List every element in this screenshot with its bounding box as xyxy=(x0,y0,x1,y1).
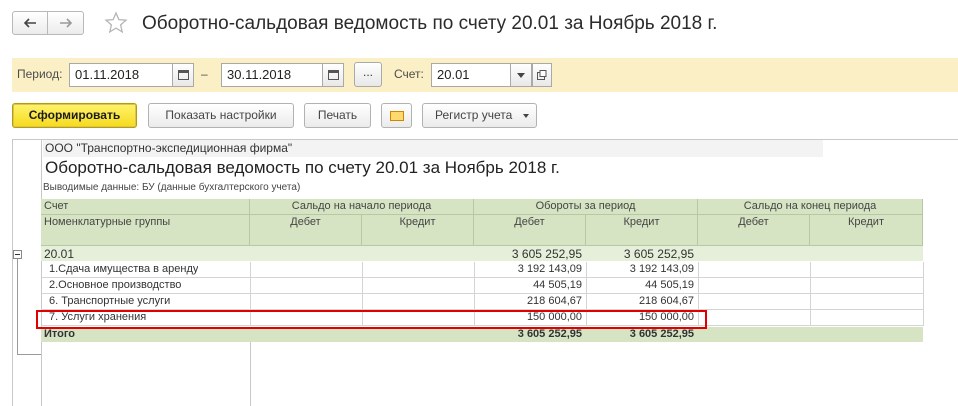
cell-divider xyxy=(810,262,811,278)
arrow-left-icon xyxy=(23,18,36,28)
row-turnover-credit: 44 505,19 xyxy=(645,279,694,291)
row-turnover-credit: 3 192 143,09 xyxy=(629,263,694,275)
output-data-text: Выводимые данные: БУ (данные бухгалтерск… xyxy=(43,182,301,193)
envelope-icon xyxy=(389,110,404,121)
date-to-calendar-button[interactable] xyxy=(322,63,344,87)
calendar-icon xyxy=(177,70,189,80)
cell-divider xyxy=(923,278,924,294)
cell-divider xyxy=(923,262,924,278)
cell-divider xyxy=(474,278,475,294)
navigation-buttons xyxy=(12,11,84,35)
cell-divider xyxy=(362,262,363,278)
table-row[interactable]: 6. Транспортные услуги 218 604,67 218 604,… xyxy=(41,294,924,310)
period-label: Период: xyxy=(17,67,63,81)
group-outline-line xyxy=(17,259,18,355)
cell-divider xyxy=(474,294,475,310)
cell-divider xyxy=(923,294,924,310)
cell-divider xyxy=(923,310,924,326)
group-row[interactable]: 20.01 3 605 252,95 3 605 252,95 xyxy=(41,246,923,261)
cell-divider xyxy=(250,262,251,278)
cell-divider xyxy=(698,278,699,294)
send-email-button[interactable] xyxy=(381,103,412,128)
forward-button[interactable] xyxy=(48,11,84,35)
chevron-down-icon xyxy=(517,72,525,78)
open-icon xyxy=(537,70,547,80)
accounting-register-button[interactable]: Регистр учета xyxy=(422,103,537,128)
total-turnover-debit: 3 605 252,95 xyxy=(517,328,582,340)
total-row: Итого 3 605 252,95 3 605 252,95 xyxy=(41,327,923,342)
period-dash: – xyxy=(201,67,208,81)
table-row[interactable]: 1.Сдача имущества в аренду 3 192 143,09 3 … xyxy=(41,262,924,278)
table-row[interactable]: 2.Основное производство 44 505,19 44 505,1… xyxy=(41,278,924,294)
period-panel: Период: 01.11.2018 – 30.11.2018 ... Счет… xyxy=(12,58,958,92)
account-dropdown-button[interactable] xyxy=(510,63,532,87)
date-from-field[interactable]: 01.11.2018 xyxy=(69,63,173,87)
account-field[interactable]: 20.01 xyxy=(431,63,511,87)
row-turnover-credit: 218 604,67 xyxy=(638,295,694,307)
total-turnover-credit: 3 605 252,95 xyxy=(629,328,694,340)
calendar-icon xyxy=(327,70,339,80)
row-name: 2.Основное производство xyxy=(49,279,182,291)
report-column-line xyxy=(250,335,251,406)
cell-divider xyxy=(810,278,811,294)
window-title: Оборотно-сальдовая ведомость по счету 20… xyxy=(142,13,718,34)
report-heading: Оборотно-сальдовая ведомость по счету 20… xyxy=(45,158,560,177)
cell-divider xyxy=(698,262,699,278)
header-turnover: Обороты за период xyxy=(474,199,698,215)
header-closing-debit: Дебет xyxy=(698,215,810,246)
report-left-border xyxy=(12,139,13,406)
header-account: Счет xyxy=(41,199,250,215)
account-open-button[interactable] xyxy=(532,63,552,87)
header-closing-credit: Кредит xyxy=(810,215,923,246)
highlight-box xyxy=(36,310,707,329)
header-turnover-credit: Кредит xyxy=(586,215,698,246)
row-turnover-debit: 218 604,67 xyxy=(526,295,582,307)
collapse-group-icon[interactable] xyxy=(13,250,22,259)
organization-name: ООО "Транспортно-экспедиционная фирма" xyxy=(45,141,293,155)
header-closing-balance: Сальдо на конец периода xyxy=(698,199,923,215)
cell-divider xyxy=(474,262,475,278)
total-label: Итого xyxy=(44,328,76,340)
group-account: 20.01 xyxy=(44,247,75,261)
header-nomenclature: Номенклатурные группы xyxy=(41,215,250,246)
favorite-star-icon[interactable] xyxy=(104,11,128,35)
cell-divider xyxy=(250,294,251,310)
header-turnover-debit: Дебет xyxy=(474,215,586,246)
cell-divider xyxy=(362,294,363,310)
cell-divider xyxy=(250,278,251,294)
arrow-right-icon xyxy=(59,18,72,28)
accounting-register-label: Регистр учета xyxy=(435,108,513,122)
period-select-button[interactable]: ... xyxy=(354,62,382,87)
report-area: ООО "Транспортно-экспедиционная фирма" О… xyxy=(12,139,958,406)
date-from-calendar-button[interactable] xyxy=(172,63,194,87)
show-settings-button[interactable]: Показать настройки xyxy=(148,103,294,128)
cell-divider xyxy=(586,262,587,278)
date-to-field[interactable]: 30.11.2018 xyxy=(221,63,323,87)
group-outline-tick xyxy=(17,354,41,355)
chevron-down-icon xyxy=(522,113,529,118)
row-turnover-debit: 44 505,19 xyxy=(533,279,582,291)
cell-divider xyxy=(586,294,587,310)
group-turnover-debit: 3 605 252,95 xyxy=(511,247,582,261)
account-label: Счет: xyxy=(394,67,424,81)
row-name: 6. Транспортные услуги xyxy=(49,295,171,307)
row-turnover-debit: 3 192 143,09 xyxy=(517,263,582,275)
row-name: 1.Сдача имущества в аренду xyxy=(49,263,199,275)
cell-divider xyxy=(698,294,699,310)
cell-divider xyxy=(810,294,811,310)
cell-divider xyxy=(362,278,363,294)
print-button[interactable]: Печать xyxy=(304,103,371,128)
cell-divider xyxy=(586,278,587,294)
title-bar: Оборотно-сальдовая ведомость по счету 20… xyxy=(0,0,958,54)
generate-button[interactable]: Сформировать xyxy=(12,103,137,128)
header-opening-credit: Кредит xyxy=(362,215,474,246)
header-opening-debit: Дебет xyxy=(250,215,362,246)
group-turnover-credit: 3 605 252,95 xyxy=(623,247,694,261)
header-opening-balance: Сальдо на начало периода xyxy=(250,199,474,215)
back-button[interactable] xyxy=(12,11,48,35)
cell-divider xyxy=(810,310,811,326)
